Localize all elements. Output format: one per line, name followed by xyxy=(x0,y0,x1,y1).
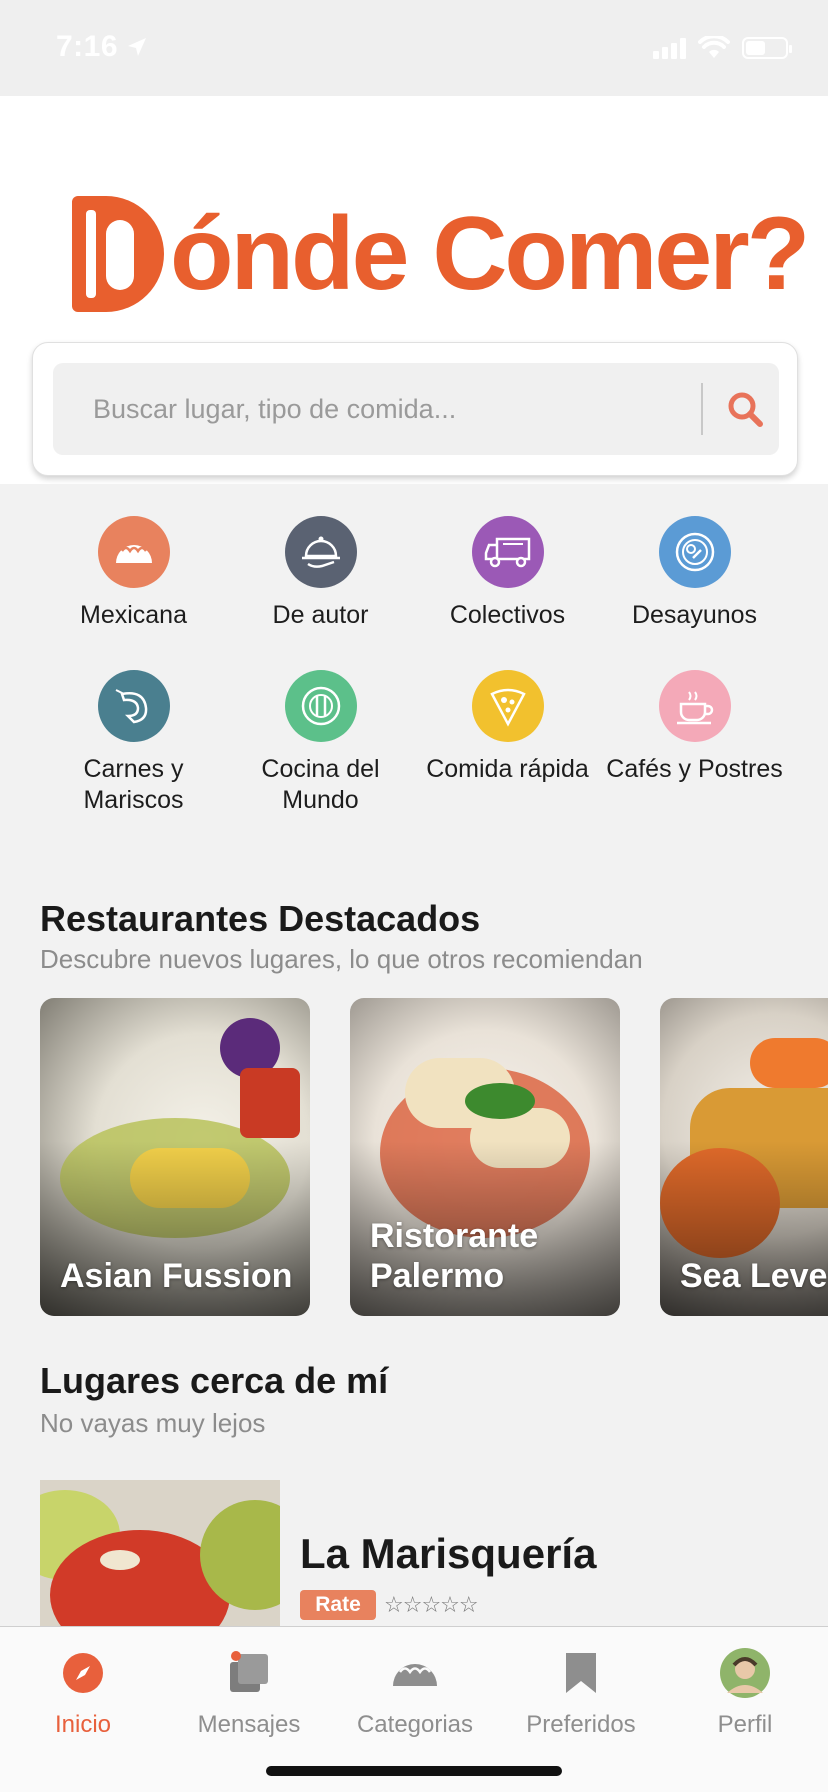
nearby-item-name[interactable]: La Marisquería xyxy=(300,1530,596,1578)
search-divider xyxy=(701,383,703,435)
cutlery-plate-icon xyxy=(284,670,357,742)
food-image xyxy=(750,1038,828,1088)
featured-title: Restaurantes Destacados xyxy=(40,898,481,939)
star-rating: ☆☆☆☆☆ xyxy=(384,1592,479,1617)
tab-label: Mensajes xyxy=(197,1711,301,1738)
category-label: Desayunos xyxy=(631,601,758,629)
category-label: Mexicana xyxy=(80,601,187,629)
restaurant-card-name: Sea Level xyxy=(680,1257,828,1295)
food-image xyxy=(240,1068,300,1138)
category-label: De autor xyxy=(272,601,369,629)
tab-label: Perfil xyxy=(717,1711,773,1738)
taco-icon xyxy=(97,516,170,588)
tab-inicio[interactable]: Inicio xyxy=(0,1645,166,1739)
taco-icon xyxy=(387,1645,443,1701)
category-de-autor[interactable]: De autor xyxy=(227,516,414,631)
category-colectivos[interactable]: Colectivos xyxy=(414,516,601,631)
category-cocina-del-mundo[interactable]: Cocina del Mundo xyxy=(227,670,414,816)
restaurant-card-name: Ristorante Palermo xyxy=(370,1217,539,1295)
shrimp-icon xyxy=(97,670,170,742)
rate-button[interactable]: Rate xyxy=(300,1590,376,1620)
food-truck-icon xyxy=(471,516,544,588)
category-label: Carnes y Mariscos xyxy=(83,755,184,814)
messages-icon xyxy=(221,1645,277,1701)
search-card xyxy=(32,342,798,476)
tab-categorias[interactable]: Categorias xyxy=(332,1645,498,1739)
status-bar: 7:16 xyxy=(0,0,828,96)
search-button[interactable] xyxy=(717,381,773,437)
category-comida-rapida[interactable]: Comida rápida xyxy=(414,670,601,785)
app-logo: ónde Comer? xyxy=(72,192,810,316)
featured-subtitle: Descubre nuevos lugares, lo que otros re… xyxy=(40,944,643,974)
tab-perfil[interactable]: Perfil xyxy=(662,1645,828,1739)
tab-label: Preferidos xyxy=(526,1711,636,1738)
search-input[interactable] xyxy=(53,363,693,455)
nearby-title: Lugares cerca de mí xyxy=(40,1360,389,1401)
pizza-slice-icon xyxy=(471,670,544,742)
bookmark-icon xyxy=(553,1645,609,1701)
nearby-item-image[interactable] xyxy=(40,1480,280,1626)
restaurant-card-name: Asian Fussion xyxy=(60,1257,293,1295)
tab-label: Inicio xyxy=(54,1711,112,1738)
category-mexicana[interactable]: Mexicana xyxy=(40,516,227,631)
restaurant-card[interactable]: Ristorante Palermo xyxy=(350,998,620,1316)
category-desayunos[interactable]: Desayunos xyxy=(601,516,788,631)
category-carnes-mariscos[interactable]: Carnes y Mariscos xyxy=(40,670,227,816)
location-arrow-icon xyxy=(128,38,146,56)
tab-preferidos[interactable]: Preferidos xyxy=(498,1645,664,1739)
signal-icon xyxy=(653,37,686,59)
category-label: Comida rápida xyxy=(426,755,589,783)
coffee-cup-icon xyxy=(658,670,731,742)
compass-icon xyxy=(55,1645,111,1701)
battery-icon xyxy=(742,37,792,59)
wifi-icon xyxy=(698,36,730,58)
tab-label: Categorias xyxy=(356,1711,474,1738)
logo-text: ónde Comer? xyxy=(170,196,810,312)
search-box xyxy=(53,363,779,455)
logo-d-fork-spoon-icon xyxy=(72,196,164,312)
breakfast-plate-icon xyxy=(658,516,731,588)
restaurant-card[interactable]: Asian Fussion xyxy=(40,998,310,1316)
nearby-subtitle: No vayas muy lejos xyxy=(40,1408,266,1438)
category-label: Cafés y Postres xyxy=(606,755,783,783)
cloche-icon xyxy=(284,516,357,588)
search-icon xyxy=(728,392,763,427)
status-time: 7:16 xyxy=(56,30,119,63)
basil-leaf xyxy=(465,1083,535,1119)
category-label: Cocina del Mundo xyxy=(261,755,380,814)
category-cafes-postres[interactable]: Cafés y Postres xyxy=(601,670,788,785)
category-label: Colectivos xyxy=(449,601,566,629)
tab-mensajes[interactable]: Mensajes xyxy=(166,1645,332,1739)
avatar xyxy=(717,1645,773,1701)
restaurant-card[interactable]: Sea Level xyxy=(660,998,828,1316)
status-icons xyxy=(653,36,792,60)
home-indicator[interactable] xyxy=(266,1766,562,1776)
